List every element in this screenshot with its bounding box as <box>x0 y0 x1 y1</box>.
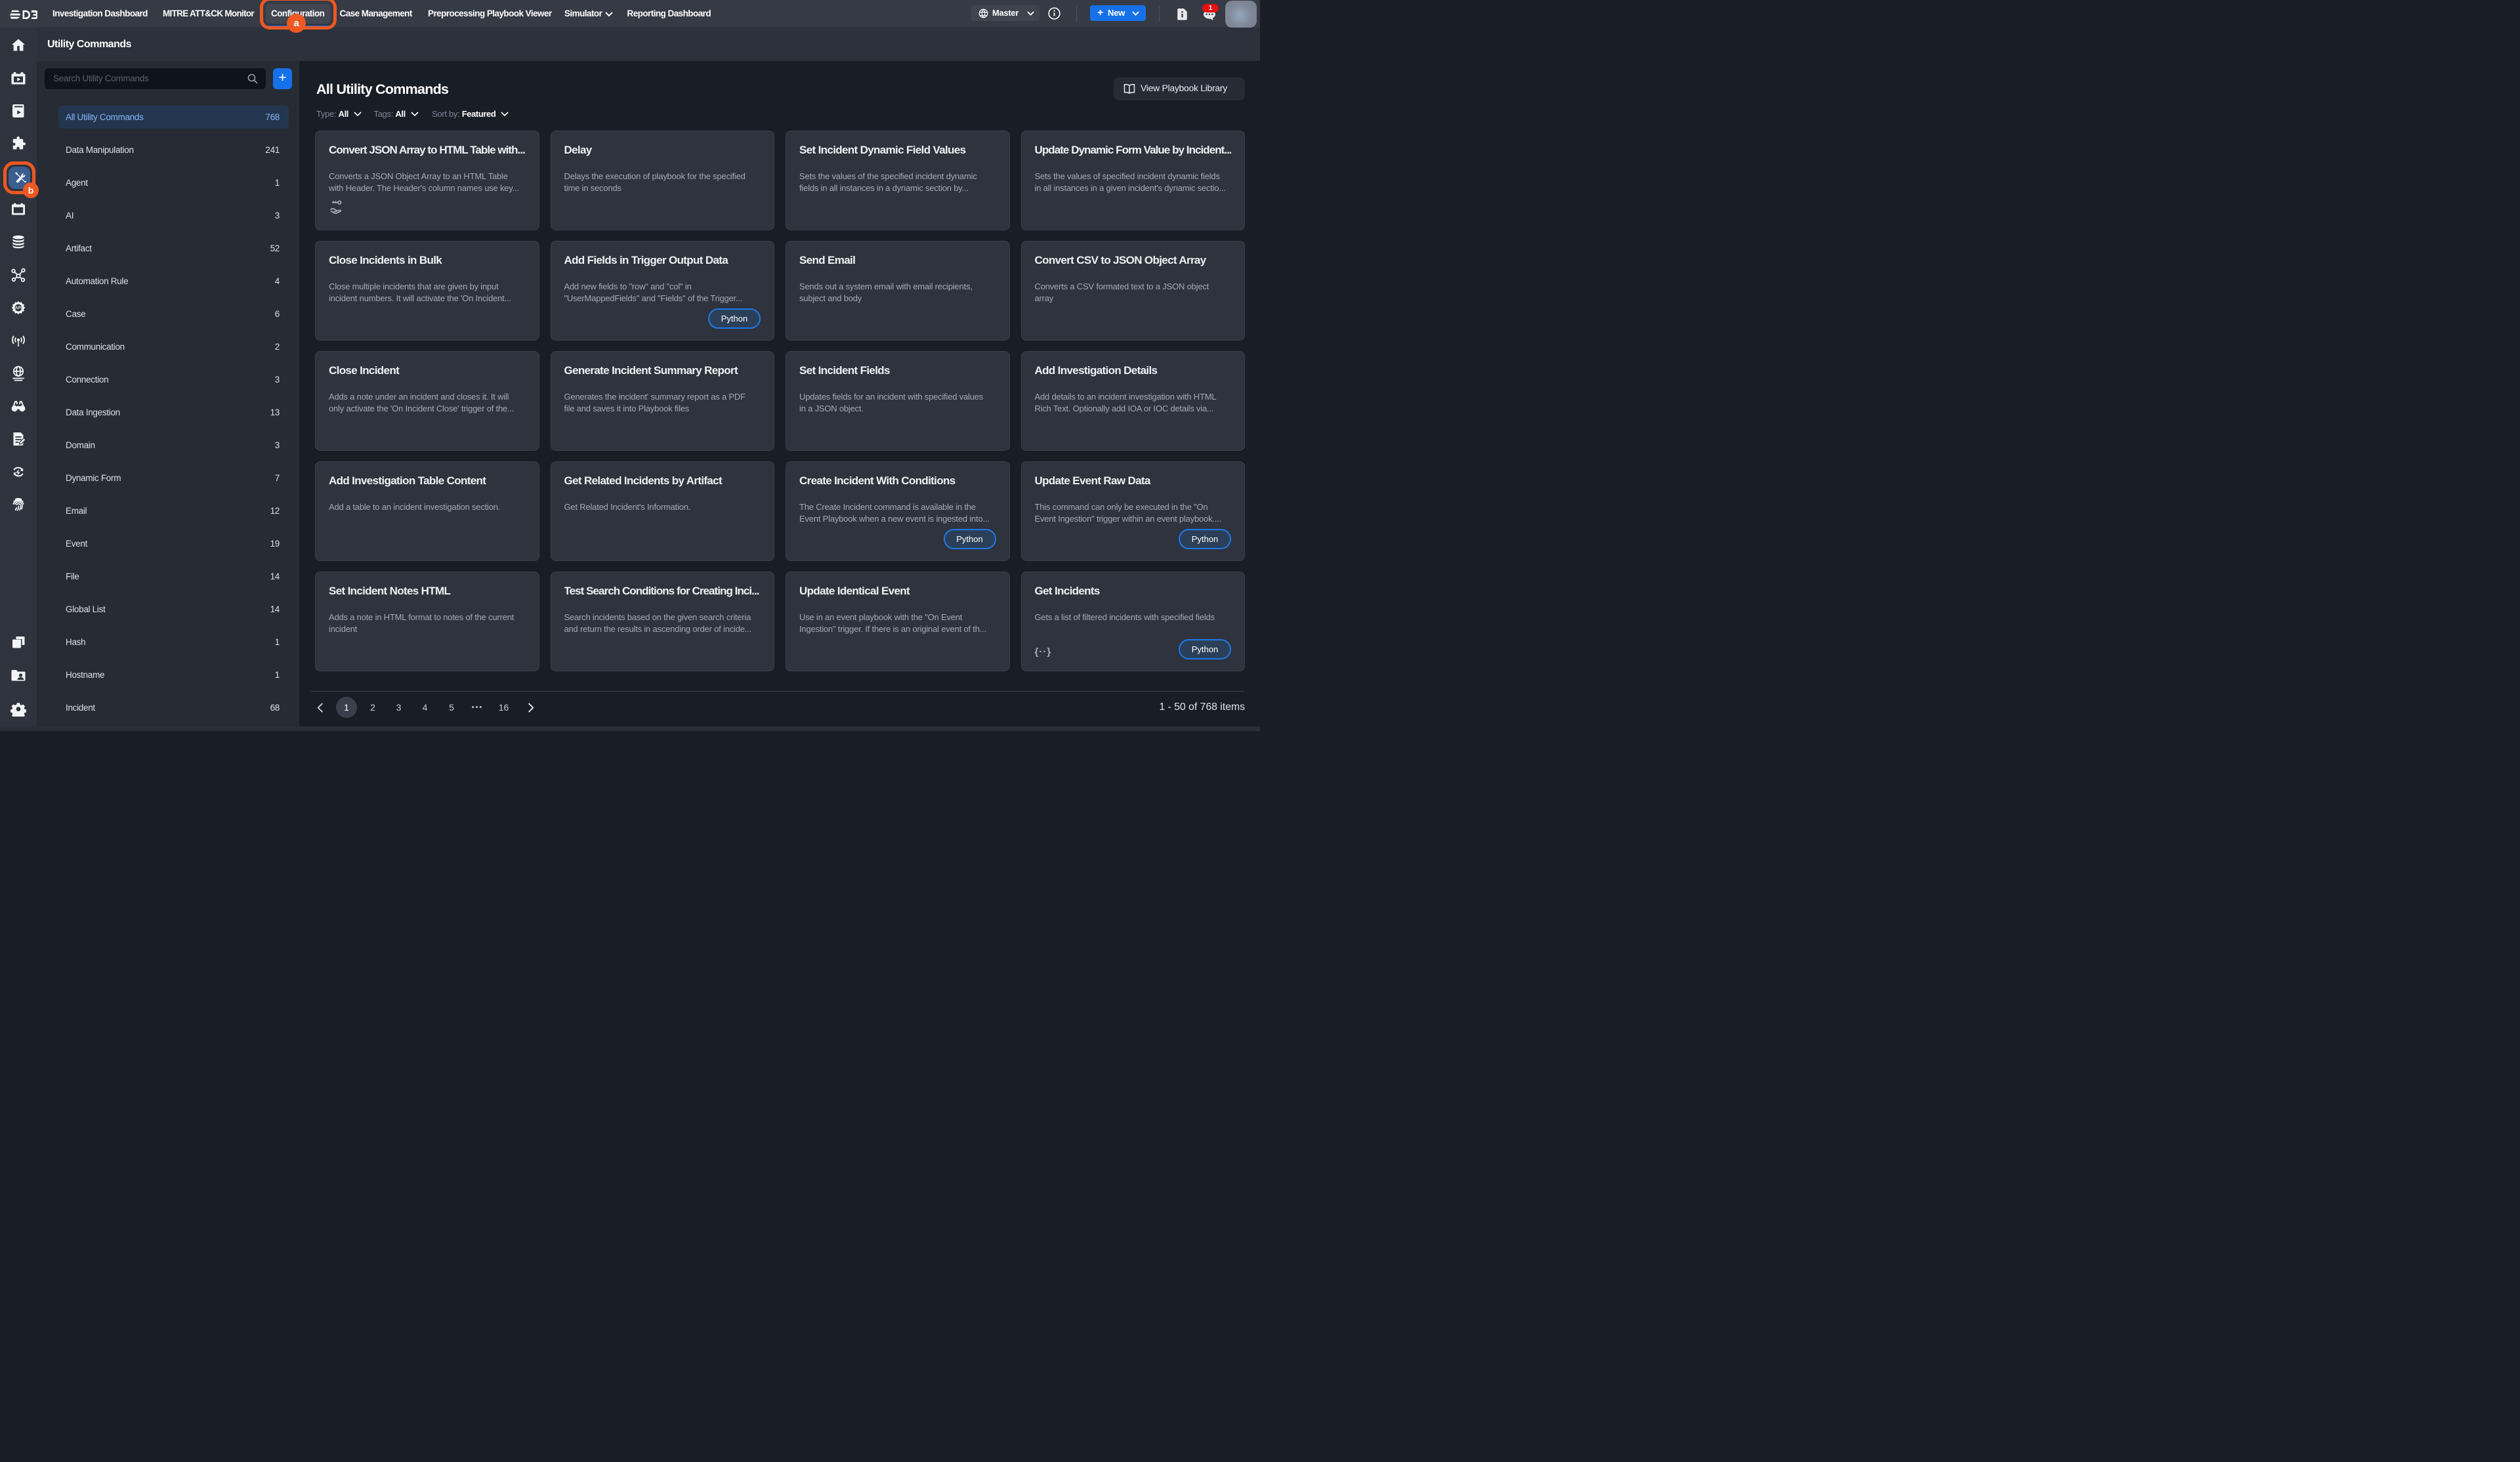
svg-text:API: API <box>15 306 22 310</box>
